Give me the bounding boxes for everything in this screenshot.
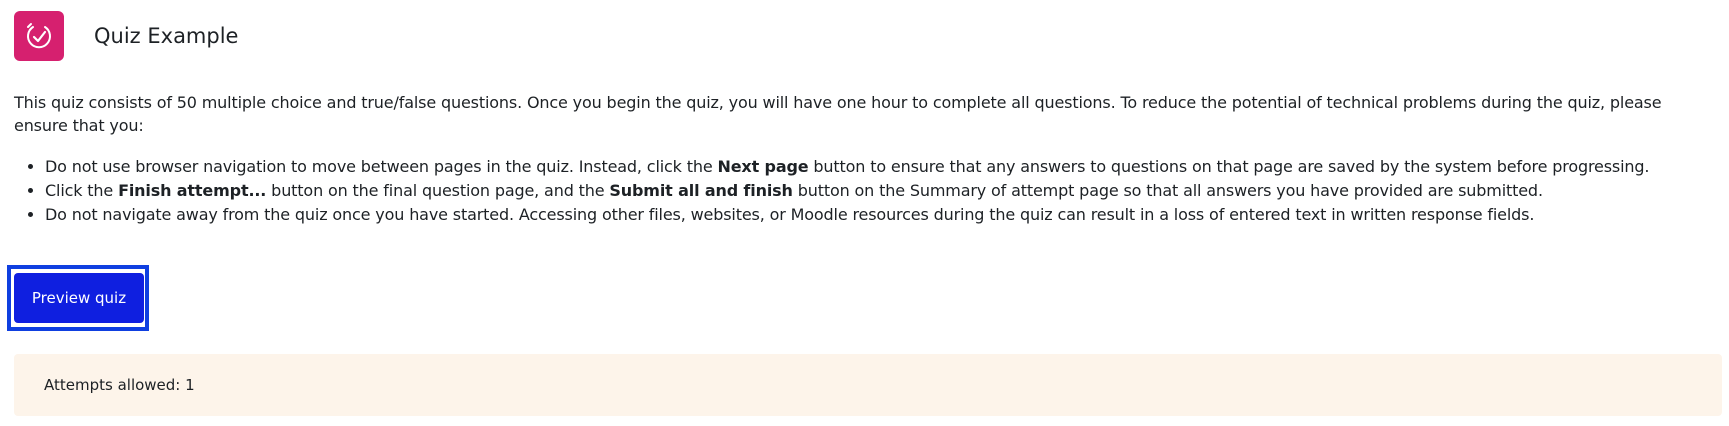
list-item: Do not navigate away from the quiz once … bbox=[45, 203, 1725, 227]
clock-check-icon bbox=[27, 23, 51, 49]
attempts-allowed-text: Attempts allowed: 1 bbox=[44, 376, 195, 394]
list-item: Do not use browser navigation to move be… bbox=[45, 155, 1725, 179]
quiz-rules-list: Do not use browser navigation to move be… bbox=[14, 155, 1725, 227]
preview-quiz-button[interactable]: Preview quiz bbox=[14, 273, 144, 323]
quiz-activity-icon bbox=[14, 11, 64, 61]
page-header: Quiz Example bbox=[14, 11, 238, 61]
list-item: Click the Finish attempt... button on th… bbox=[45, 179, 1725, 203]
page-title: Quiz Example bbox=[94, 24, 239, 48]
quiz-intro-text: This quiz consists of 50 multiple choice… bbox=[14, 93, 1662, 135]
attempts-info-box: Attempts allowed: 1 bbox=[14, 354, 1722, 416]
